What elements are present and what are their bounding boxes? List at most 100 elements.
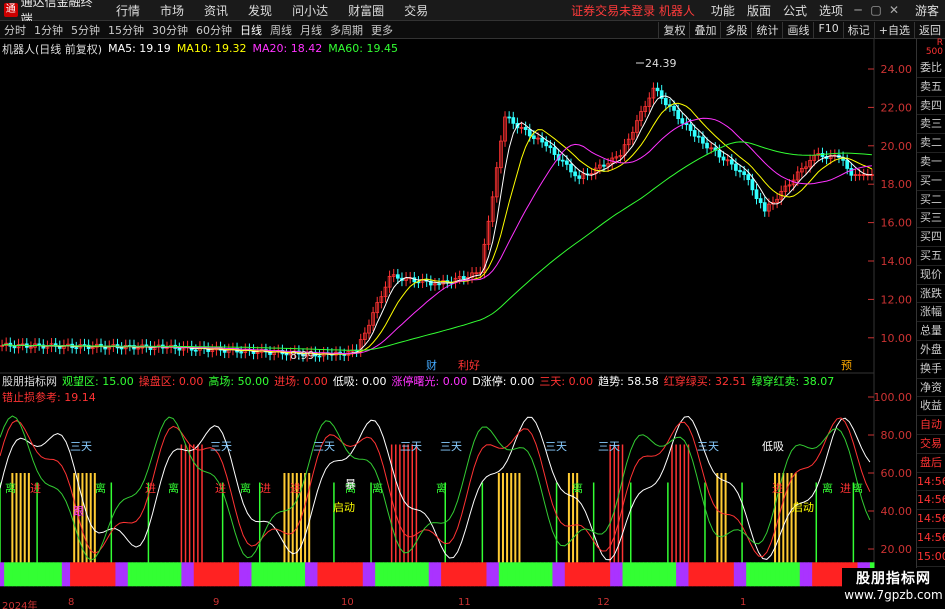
kline-chart[interactable]: 24.00 22.00 20.00 18.00 16.00 14.00 12.00 10.00… — [0, 39, 916, 609]
menu-item-function[interactable]: 功能 — [705, 2, 741, 19]
price-tick-label: 22.00 — [881, 101, 913, 114]
menu-item-options[interactable]: 选项 — [813, 2, 849, 19]
zone-band — [671, 562, 677, 587]
sidebar-item[interactable]: 买四 — [917, 228, 945, 247]
login-warning[interactable]: 证券交易未登录 机器人 — [571, 2, 695, 19]
candle — [602, 164, 606, 167]
zone-band — [535, 562, 541, 587]
period-week[interactable]: 周线 — [266, 22, 296, 38]
sidebar-item[interactable]: 现价 — [917, 266, 945, 285]
jin-label: 进 — [840, 482, 851, 495]
zone-band — [725, 562, 731, 587]
candle — [119, 347, 124, 350]
candle — [849, 168, 854, 176]
zone-band — [783, 562, 788, 587]
sidebar-item[interactable]: 委比 — [917, 59, 945, 78]
sidebar-item[interactable]: 卖四 — [917, 97, 945, 116]
sidebar-item[interactable]: 14:56 — [917, 510, 945, 529]
sidebar-item[interactable]: 净资 — [917, 379, 945, 398]
zone-band — [791, 562, 797, 587]
price-tick-label: 16.00 — [881, 217, 913, 230]
period-15min[interactable]: 15分钟 — [104, 22, 148, 38]
zone-band — [424, 562, 430, 587]
menu-item-market[interactable]: 市场 — [150, 2, 194, 19]
menu-item-trade[interactable]: 交易 — [394, 2, 438, 19]
sidebar-item[interactable]: 卖五 — [917, 78, 945, 97]
zone-band — [502, 562, 508, 587]
menu-item-discover[interactable]: 发现 — [238, 2, 282, 19]
draw-line-button[interactable]: 画线 — [782, 21, 813, 38]
candle — [672, 105, 676, 111]
zone-band — [234, 562, 240, 587]
close-icon[interactable]: ✕ — [885, 3, 903, 17]
candle — [177, 347, 182, 351]
zone-band — [684, 562, 689, 587]
menu-item-ask[interactable]: 问小达 — [282, 2, 338, 19]
zone-band — [57, 562, 63, 587]
zone-band — [820, 562, 826, 587]
period-minute[interactable]: 分时 — [0, 22, 30, 38]
sidebar-item[interactable]: 收益 — [917, 397, 945, 417]
candle — [663, 97, 668, 106]
overlay-button[interactable]: 叠加 — [689, 21, 720, 38]
back-button[interactable]: 返回 — [914, 21, 945, 38]
restore-icon[interactable]: ▢ — [867, 3, 885, 17]
sidebar-item[interactable]: 买五 — [917, 247, 945, 266]
period-day[interactable]: 日线 — [236, 22, 266, 38]
sidebar-header: R 500 — [925, 38, 943, 57]
minimize-icon[interactable]: ─ — [849, 3, 867, 17]
period-multi[interactable]: 多周期 — [326, 22, 367, 38]
period-60min[interactable]: 60分钟 — [192, 22, 236, 38]
sidebar-item[interactable]: 交易 — [917, 435, 945, 454]
menu-item-formula[interactable]: 公式 — [777, 2, 813, 19]
zone-band — [395, 562, 401, 587]
zone-band — [206, 562, 211, 587]
sidebar-item[interactable]: 卖一 — [917, 153, 945, 172]
period-1min[interactable]: 1分钟 — [30, 22, 67, 38]
santian-label: 三天 — [210, 440, 232, 453]
zone-band — [366, 562, 372, 587]
sidebar-item[interactable]: 换手 — [917, 360, 945, 379]
stats-button[interactable]: 统计 — [751, 21, 782, 38]
menu-item-layout[interactable]: 版面 — [741, 2, 777, 19]
sidebar-item[interactable]: 涨幅 — [917, 303, 945, 323]
menu-item-quotes[interactable]: 行情 — [106, 2, 150, 19]
sidebar-item[interactable]: 买三 — [917, 209, 945, 229]
period-5min[interactable]: 5分钟 — [67, 22, 104, 38]
candle — [705, 142, 709, 149]
date-axis: 2024年 8 9 10 11 12 1 — [0, 597, 916, 609]
f10-button[interactable]: F10 — [813, 21, 842, 38]
candle — [688, 124, 693, 131]
sidebar-item[interactable]: 盘后 — [917, 454, 945, 473]
sidebar-item[interactable]: 外盘 — [917, 341, 945, 360]
jin-label: 进 — [30, 482, 41, 495]
multi-stock-button[interactable]: 多股 — [720, 21, 751, 38]
sidebar-item[interactable]: 买一 — [917, 172, 945, 191]
menu-item-news[interactable]: 资讯 — [194, 2, 238, 19]
sidebar-item[interactable]: 买二 — [917, 191, 945, 210]
period-30min[interactable]: 30分钟 — [148, 22, 192, 38]
ma10-value: MA10: 19.32 — [176, 42, 247, 55]
sidebar-item[interactable]: 14:56 — [917, 473, 945, 492]
restore-rights-button[interactable]: 复权 — [658, 21, 689, 38]
stop-loss-ref: 错止损参考: 19.14 — [2, 391, 96, 404]
period-more[interactable]: 更多 — [367, 22, 397, 38]
sidebar-item[interactable]: 总量 — [917, 322, 945, 341]
sidebar-item[interactable]: 14:56 — [917, 491, 945, 511]
guest-label[interactable]: 游客 — [909, 2, 945, 19]
sidebar-item[interactable]: 14:56 — [917, 529, 945, 548]
sidebar-item[interactable]: 卖三 — [917, 115, 945, 135]
sidebar-item[interactable]: 卖二 — [917, 134, 945, 153]
sidebar-item[interactable]: 涨跌 — [917, 285, 945, 304]
zone-band — [758, 562, 764, 587]
watermark-brand: 股朋指标网 www.7gpzb.com — [842, 568, 945, 609]
sidebar-item[interactable]: 自动 — [917, 416, 945, 435]
period-month[interactable]: 月线 — [296, 22, 326, 38]
zone-band — [746, 562, 751, 587]
menu-item-wealth[interactable]: 财富圈 — [338, 2, 394, 19]
sidebar-item[interactable]: 15:00 — [917, 548, 945, 567]
zone-band — [90, 562, 96, 587]
add-watchlist-button[interactable]: +自选 — [873, 21, 914, 38]
mark-button[interactable]: 标记 — [842, 21, 874, 38]
li-label: 离 — [95, 481, 106, 495]
